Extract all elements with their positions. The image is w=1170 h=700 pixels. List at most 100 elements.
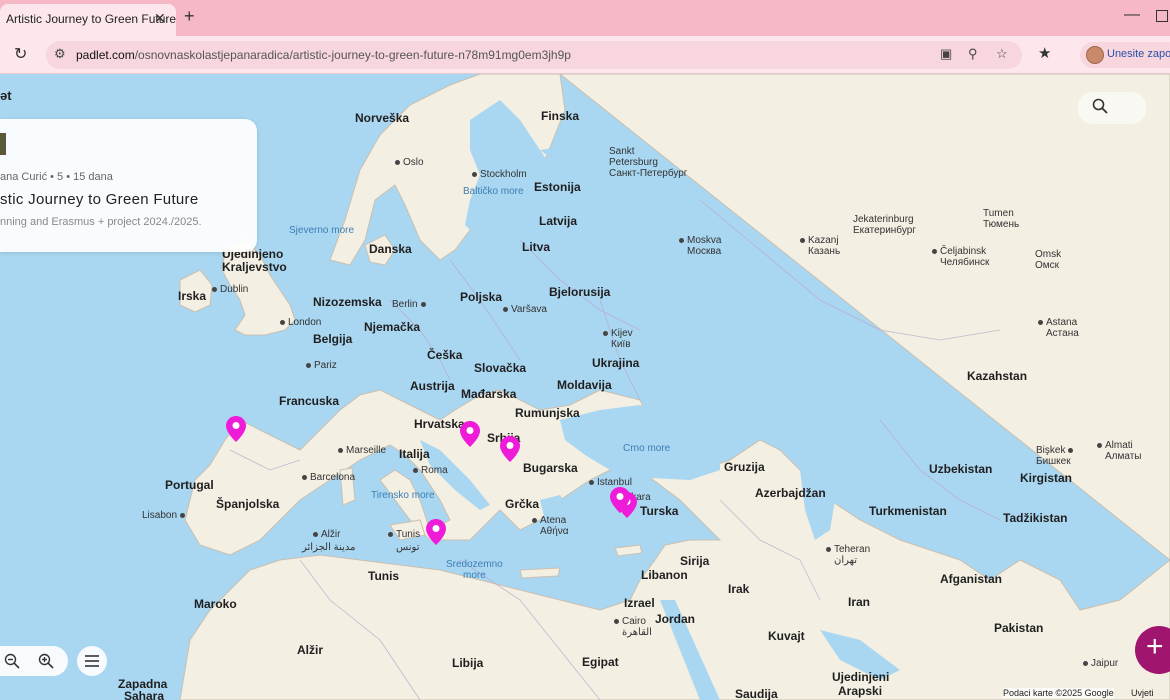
map-pin-icon[interactable]	[226, 416, 246, 442]
author-avatar	[0, 133, 6, 155]
map-label-city: Казань	[808, 246, 841, 257]
avatar	[1086, 46, 1104, 64]
map-label-country: Nizozemska	[313, 295, 382, 309]
map-label-country: Mađarska	[461, 387, 517, 401]
map-label-country: Hrvatska	[414, 417, 465, 431]
profile-button[interactable]: Unesite zapork	[1080, 42, 1170, 68]
site-settings-icon[interactable]: ⚙	[54, 46, 66, 62]
padlet-title: stic Journey to Green Future	[0, 191, 199, 208]
map-label-city: Barcelona	[302, 472, 355, 483]
map-label-country: Irska	[178, 289, 207, 303]
map-label-city: Berlin	[392, 299, 429, 310]
new-tab-icon[interactable]: +	[184, 6, 195, 27]
map-label-country: Alžir	[297, 643, 324, 657]
map-label-sea: more	[463, 570, 486, 581]
menu-icon	[85, 655, 99, 667]
install-app-icon[interactable]: ▣	[940, 46, 952, 62]
map-label-city: Астана	[1046, 328, 1079, 339]
zoom-out-icon[interactable]	[4, 653, 20, 669]
map-label-country: Kuvajt	[768, 629, 805, 643]
map-label-country: Turska	[640, 504, 679, 518]
padlet-info-card[interactable]: ana Curić • 5 • 15 dana stic Journey to …	[0, 119, 257, 252]
map-label-city: Omsk	[1035, 249, 1062, 260]
menu-button[interactable]	[77, 646, 107, 676]
extensions-icon[interactable]: ★	[1038, 44, 1051, 62]
map-label-city: Marseille	[338, 445, 386, 456]
map-label-city: Алматы	[1105, 451, 1142, 462]
url-text: padlet.com/osnovnaskolastjepanaradica/ar…	[76, 48, 571, 62]
map-label-city: Roma	[413, 465, 448, 476]
search-icon	[1092, 98, 1108, 114]
map-label-city: Teheran	[826, 544, 870, 555]
map-label-city: Бишкек	[1036, 456, 1071, 467]
minimize-icon[interactable]: —	[1124, 6, 1140, 24]
map-label-city: Jaipur	[1083, 658, 1118, 669]
map-label-city: Екатеринбург	[853, 225, 916, 236]
map-label-city: Москва	[687, 246, 722, 257]
map-label-country: Kirgistan	[1020, 471, 1073, 485]
zoom-icon[interactable]: ⚲	[968, 46, 978, 62]
map-label-country: Arapski	[838, 684, 883, 698]
map-label-country: Bjelorusija	[549, 285, 611, 299]
map-label-country: Izrael	[624, 596, 655, 610]
map-label-sea: Tirensko more	[371, 490, 435, 501]
map-label-country: Ujedinjeni	[832, 670, 890, 684]
map-label-country: Maroko	[194, 597, 237, 611]
map-label-country: Gruzija	[724, 460, 765, 474]
search-button[interactable]	[1078, 92, 1146, 124]
map-label-country: Finska	[541, 109, 580, 123]
map-label-country: Egipat	[582, 655, 619, 669]
map-label-country: Portugal	[165, 478, 214, 492]
map-label-country: Saudija	[735, 687, 778, 700]
map-pin-icon[interactable]	[460, 421, 480, 447]
map-label-sea: Crno more	[623, 443, 671, 454]
map-label-city: Petersburg	[609, 157, 658, 168]
map-pin-icon[interactable]	[500, 436, 520, 462]
map-label-country: Sahara	[124, 689, 165, 700]
map-label-city: Омск	[1035, 260, 1060, 271]
map-label-country: Turkmenistan	[869, 504, 947, 518]
map-label-city: مدينة الجزائر	[302, 542, 356, 553]
map-label-country: Sirija	[680, 554, 710, 568]
map-label-country: Jordan	[655, 612, 696, 626]
terms-link[interactable]: Uvjeti	[1131, 688, 1154, 698]
profile-label: Unesite zapork	[1107, 48, 1170, 60]
map-label-city: Oslo	[395, 157, 424, 168]
map-label-country: Poljska	[460, 290, 503, 304]
map-label-city: Cairo	[614, 616, 646, 627]
map-label-city: Almati	[1097, 440, 1133, 451]
zoom-in-icon[interactable]	[38, 653, 54, 669]
maximize-icon[interactable]	[1156, 10, 1168, 22]
reload-icon[interactable]: ↻	[14, 44, 27, 64]
map-label-city: Jekaterinburg	[853, 214, 914, 225]
map-label-city: London	[280, 317, 321, 328]
map-label-country: Estonija	[534, 180, 581, 194]
map-label-city: Αθήνα	[540, 526, 569, 537]
map-label-country: Tadžikistan	[1003, 511, 1068, 525]
map-pin-icon[interactable]	[610, 487, 630, 513]
close-tab-icon[interactable]: ✕	[154, 10, 166, 27]
browser-tab-bar: Artistic Journey to Green Future ✕ + —	[0, 0, 1170, 36]
map-label-country: Norveška	[355, 111, 410, 125]
padlet-logo[interactable]: ət	[0, 88, 12, 103]
map-label-country: Njemačka	[364, 320, 421, 334]
map-label-country: Slovačka	[474, 361, 527, 375]
map-label-city: القاهرة	[622, 627, 652, 638]
map-label-country: Pakistan	[994, 621, 1044, 635]
browser-toolbar: ↻ ⚙ padlet.com/osnovnaskolastjepanaradic…	[0, 36, 1170, 74]
map-label-country: Afganistan	[940, 572, 1003, 586]
map-label-city: Tunis	[388, 529, 420, 540]
map-label-city: Санкт-Петербург	[609, 168, 688, 179]
map-label-city: Kazanj	[800, 235, 839, 246]
map-label-country: Bugarska	[523, 461, 578, 475]
map-label-city: Astana	[1038, 317, 1077, 328]
browser-tab[interactable]: Artistic Journey to Green Future ✕	[0, 4, 176, 36]
plus-icon: +	[1146, 630, 1164, 663]
map-label-sea: Baltičko more	[463, 186, 524, 197]
map-pin-icon[interactable]	[426, 519, 446, 545]
map-label-country: Belgija	[313, 332, 353, 346]
map-label-country: Kazahstan	[967, 369, 1028, 383]
address-bar[interactable]: ⚙ padlet.com/osnovnaskolastjepanaradica/…	[46, 41, 1022, 69]
map-label-country: Litva	[522, 240, 551, 254]
bookmark-star-icon[interactable]: ☆	[996, 46, 1008, 62]
